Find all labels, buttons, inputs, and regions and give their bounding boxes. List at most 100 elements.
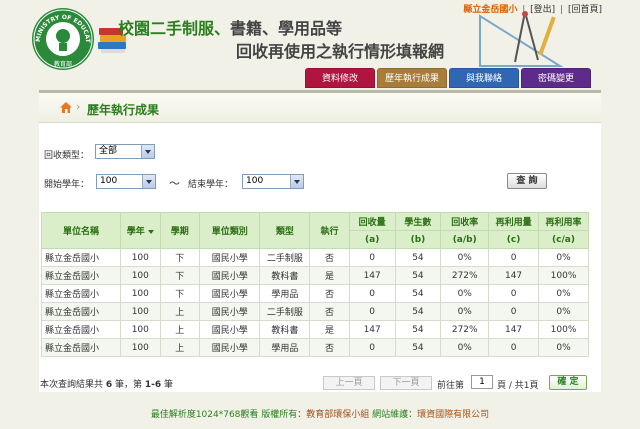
nav-change-password[interactable]: 密碼變更 (521, 68, 591, 88)
nav-edit-profile[interactable]: 資料修改 (305, 68, 375, 88)
sort-down-icon[interactable] (147, 229, 154, 234)
table-cell: 國民小學 (199, 284, 261, 303)
col-category: 類型 (259, 212, 311, 249)
table-cell: 147 (348, 320, 396, 339)
table-cell: 54 (394, 338, 442, 357)
table-cell: 0 (488, 248, 540, 267)
table-cell: 上 (159, 338, 201, 357)
table-cell: 0 (488, 338, 540, 357)
site-title-line2: 回收再使用之執行情形填報網 (236, 42, 445, 61)
col-reuse-rate-label: 再利用率 (545, 218, 582, 228)
col-reuse-amount-label: 再利用量 (495, 218, 532, 228)
confirm-page-button[interactable]: 確 定 (549, 375, 587, 390)
sub-ab: (a/b) (440, 230, 490, 249)
table-cell: 國民小學 (199, 302, 261, 321)
results-table: 單位名稱 學年 學期 單位類別 類型 執行 回收量 學生數 回收率 再利用量 再… (40, 212, 589, 357)
ministry-of-education-seal: MINISTRY OF EDUCATION 教育部 (30, 6, 94, 70)
table-cell: 0% (538, 248, 589, 267)
table-cell: 100 (120, 248, 161, 267)
end-year-select[interactable]: 100 (242, 174, 304, 189)
table-cell: 0% (440, 248, 490, 267)
table-cell: 0 (348, 302, 396, 321)
home-link[interactable]: [回首頁] (568, 5, 602, 15)
col-unit-name-label: 單位名稱 (63, 227, 100, 237)
table-cell: 國民小學 (199, 248, 261, 267)
table-cell: 0% (538, 302, 589, 321)
table-cell: 272% (440, 266, 490, 285)
table-cell: 國民小學 (199, 338, 261, 357)
col-unit-type: 單位類別 (199, 212, 261, 249)
col-executed: 執行 (309, 212, 350, 249)
col-unit-name: 單位名稱 (40, 212, 122, 249)
end-year-value: 100 (246, 176, 264, 186)
table-cell: 下 (159, 266, 201, 285)
table-cell: 100% (538, 266, 589, 285)
col-reuse-amount: 再利用量 (488, 212, 540, 231)
table-cell: 54 (394, 302, 442, 321)
summary-range: 1-6 (144, 380, 162, 390)
table-cell: 否 (309, 338, 350, 357)
chevron-right-icon: › (76, 100, 81, 113)
chevron-down-icon (141, 145, 154, 158)
table-cell: 0 (348, 338, 396, 357)
footer-owner: 教育部環保小組 (306, 410, 370, 420)
table-cell: 上 (159, 302, 201, 321)
table-cell: 54 (394, 320, 442, 339)
table-cell: 0% (440, 302, 490, 321)
stationery-icon (479, 11, 564, 67)
table-cell: 147 (348, 266, 396, 285)
col-students: 學生數 (394, 212, 442, 231)
nav-history-results[interactable]: 歷年執行成果 (377, 68, 447, 88)
col-year[interactable]: 學年 (120, 212, 161, 249)
table-cell: 0% (538, 338, 589, 357)
table-cell: 學用品 (259, 338, 311, 357)
table-cell: 0% (440, 284, 490, 303)
table-cell: 54 (394, 266, 442, 285)
col-recycle-rate: 回收率 (440, 212, 490, 231)
chevron-down-icon (142, 175, 155, 188)
table-cell: 下 (159, 248, 201, 267)
table-cell: 0 (488, 284, 540, 303)
table-cell: 國民小學 (199, 266, 261, 285)
table-cell: 縣立金岳國小 (40, 320, 122, 339)
table-cell: 0 (488, 302, 540, 321)
search-button[interactable]: 查 詢 (507, 173, 547, 189)
next-page-button[interactable]: 下一頁 (380, 376, 432, 390)
table-row: 縣立金岳國小 100 下國民小學 學用品否 0 54 0% 0 0% (40, 284, 589, 303)
prev-page-button[interactable]: 上一頁 (323, 376, 375, 390)
table-cell: 縣立金岳國小 (40, 284, 122, 303)
breadcrumb: › 歷年執行成果 (39, 93, 601, 123)
start-year-select[interactable]: 100 (96, 174, 156, 189)
category-select[interactable]: 全部 (95, 144, 155, 159)
home-icon[interactable] (59, 101, 73, 114)
nav-contact-us[interactable]: 與我聯絡 (449, 68, 519, 88)
table-row: 縣立金岳國小 100 上國民小學 二手制服否 0 54 0% 0 0% (40, 302, 589, 321)
page-number-input[interactable]: 1 (471, 375, 493, 389)
logout-link[interactable]: [登出] (530, 5, 555, 15)
table-cell: 縣立金岳國小 (40, 302, 122, 321)
col-unit-type-label: 單位類別 (211, 227, 248, 237)
title-separator: 、 (214, 19, 231, 38)
table-cell: 100 (120, 338, 161, 357)
start-year-value: 100 (100, 176, 118, 186)
result-summary: 本次查詢結果共 6 筆，第 1-6 筆 (40, 377, 173, 390)
table-cell: 學用品 (259, 284, 311, 303)
table-cell: 縣立金岳國小 (40, 266, 122, 285)
col-reuse-rate: 再利用率 (538, 212, 589, 231)
col-executed-label: 執行 (320, 227, 339, 237)
end-year-label: 結束學年： (188, 180, 234, 190)
sub-a: (a) (348, 230, 396, 249)
category-label: 回收類型： (44, 151, 90, 161)
category-value: 全部 (99, 146, 118, 156)
sub-b: (b) (394, 230, 442, 249)
table-row: 縣立金岳國小 100 下國民小學 二手制服否 0 54 0% 0 0% (40, 248, 589, 267)
table-row: 縣立金岳國小 100 上國民小學 教科書是 147 54 272% 147 100% (40, 320, 589, 339)
table-row: 縣立金岳國小 100 下國民小學 教科書是 147 54 272% 147 100% (40, 266, 589, 285)
page-title: 歷年執行成果 (87, 103, 160, 117)
footer-maintainer: 環資國際有限公司 (417, 410, 490, 420)
footer-maintainer-label: 網站維護： (369, 410, 418, 420)
range-tilde: ～ (169, 177, 180, 190)
table-cell: 100 (120, 302, 161, 321)
table-cell: 上 (159, 320, 201, 339)
table-cell: 100% (538, 320, 589, 339)
